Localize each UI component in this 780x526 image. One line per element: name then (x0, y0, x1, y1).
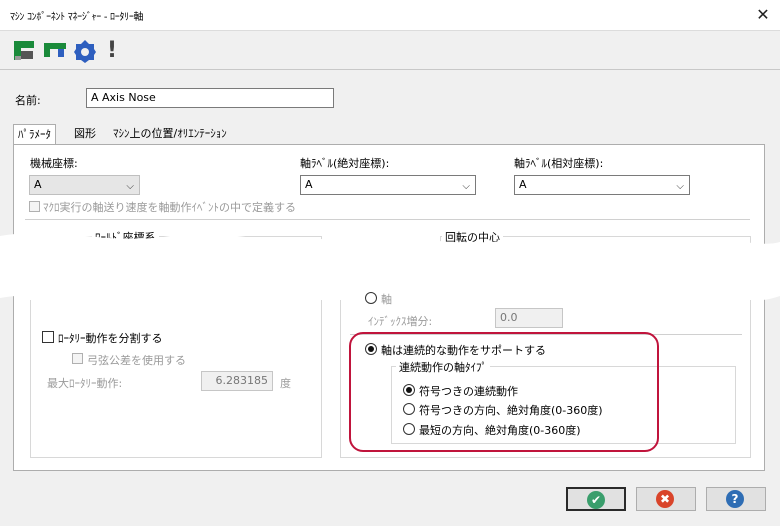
window-title: ﾏｼﾝ ｺﾝﾎﾟｰﾈﾝﾄ ﾏﾈｰｼﾞｬｰ - ﾛｰﾀﾘｰ軸 (10, 12, 144, 23)
gear-icon[interactable] (72, 38, 98, 64)
axis-label-abs-value: A (305, 178, 313, 191)
axis-icon[interactable] (42, 38, 68, 64)
title-bar: ﾏｼﾝ ｺﾝﾎﾟｰﾈﾝﾄ ﾏﾈｰｼﾞｬｰ - ﾛｰﾀﾘｰ軸 ✕ (0, 0, 780, 31)
max-rotary-input[interactable]: 6.283185 (201, 371, 273, 391)
close-icon[interactable]: ✕ (752, 4, 774, 26)
macro-feed-label: ﾏｸﾛ実行の軸送り速度を軸動作ｲﾍﾞﾝﾄの中で定義する (43, 201, 296, 214)
highlight-frame (349, 332, 659, 452)
check-icon: ✔ (587, 491, 605, 509)
chevron-down-icon: ⌵ (126, 181, 134, 192)
warning-icon[interactable]: ! (104, 38, 120, 64)
tab-parameters[interactable]: ﾊﾟﾗﾒｰﾀ (13, 124, 56, 146)
component-icon[interactable] (12, 38, 38, 64)
machine-coord-label: 機械座標: (30, 157, 78, 170)
machine-coord-value: A (34, 178, 42, 191)
axis-label-abs-select[interactable]: A ⌵ (300, 175, 476, 195)
cancel-icon: ✖ (656, 490, 674, 508)
rotary-split-label: ﾛｰﾀﾘｰ動作を分割する (58, 332, 163, 345)
chevron-down-icon: ⌵ (462, 181, 470, 192)
axis-label-rel-label: 軸ﾗﾍﾞﾙ(相対座標): (514, 157, 604, 170)
chord-tolerance-checkbox[interactable] (72, 353, 83, 364)
tab-geometry[interactable]: 図形 (70, 124, 100, 144)
ok-button[interactable]: ✔ (566, 487, 626, 511)
axis-label-rel-value: A (519, 178, 527, 191)
index-increment-input[interactable]: 0.0 (495, 308, 563, 328)
tab-position-orientation[interactable]: ﾏｼﾝ上の位置/ｵﾘｴﾝﾃｰｼｮﾝ (109, 124, 231, 144)
name-label: 名前: (15, 94, 41, 107)
chord-tolerance-label: 弓弦公差を使用する (87, 354, 186, 367)
index-increment-label: ｲﾝﾃﾞｯｸｽ増分: (368, 315, 433, 328)
help-icon: ? (726, 490, 744, 508)
macro-feed-checkbox[interactable] (29, 201, 40, 212)
partial-radio-label: 軸 (381, 293, 392, 306)
partial-radio[interactable] (365, 292, 377, 304)
help-button[interactable]: ? (706, 487, 766, 511)
name-input[interactable]: A Axis Nose (86, 88, 334, 108)
cancel-button[interactable]: ✖ (636, 487, 696, 511)
axis-label-abs-label: 軸ﾗﾍﾞﾙ(絶対座標): (300, 157, 390, 170)
separator (25, 219, 750, 220)
chevron-down-icon: ⌵ (676, 181, 684, 192)
max-rotary-label: 最大ﾛｰﾀﾘｰ動作: (47, 377, 123, 390)
rotary-split-checkbox[interactable] (42, 331, 54, 343)
max-rotary-unit: 度 (280, 377, 291, 390)
machine-coord-select[interactable]: A ⌵ (29, 175, 140, 195)
axis-label-rel-select[interactable]: A ⌵ (514, 175, 690, 195)
